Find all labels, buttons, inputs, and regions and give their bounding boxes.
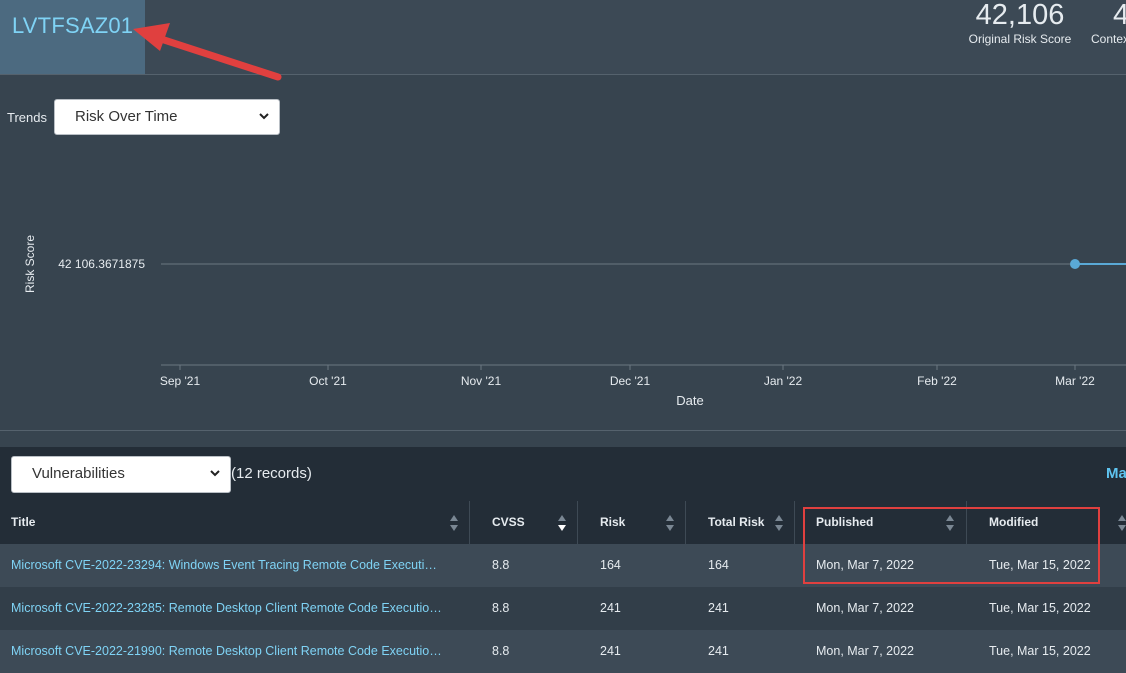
total-risk-cell: 241	[708, 644, 729, 658]
x-tick-label: Feb '22	[917, 374, 957, 388]
vulnerability-title-link[interactable]: Microsoft CVE-2022-21990: Remote Desktop…	[11, 644, 447, 658]
x-tick-label: Sep '21	[160, 374, 201, 388]
cvss-cell: 8.8	[492, 601, 510, 615]
risk-over-time-chart: 42 106.3671875 Risk Score Sep '21 Oct '21 No…	[23, 235, 1126, 408]
risk-cell: 241	[600, 601, 621, 615]
y-tick-label: 42 106.3671875	[58, 257, 145, 271]
column-header-risk[interactable]: Risk	[578, 501, 686, 544]
trends-select[interactable]: Risk Over Time	[54, 99, 280, 135]
column-header-total-risk[interactable]: Total Risk	[686, 501, 795, 544]
x-tick-label: Nov '21	[461, 374, 502, 388]
annotation-highlight-box	[803, 507, 1100, 584]
modified-cell: Tue, Mar 15, 2022	[989, 644, 1091, 658]
risk-cell: 241	[600, 644, 621, 658]
sort-icon[interactable]	[665, 513, 675, 533]
published-cell: Mon, Mar 7, 2022	[816, 601, 914, 615]
vulnerability-title-link[interactable]: Microsoft CVE-2022-23285: Remote Desktop…	[11, 601, 447, 615]
y-axis-label: Risk Score	[23, 235, 37, 293]
cvss-cell: 8.8	[492, 644, 510, 658]
chevron-down-icon	[259, 113, 269, 120]
column-header-label: Total Risk	[708, 515, 765, 529]
column-header-label: CVSS	[492, 515, 525, 529]
annotation-arrow	[133, 23, 282, 81]
risk-cell: 164	[600, 558, 621, 572]
modified-cell: Tue, Mar 15, 2022	[989, 601, 1091, 615]
x-axis-label: Date	[676, 393, 703, 408]
original-risk-score-label: Original Risk Score	[968, 32, 1072, 46]
x-tick-label: Dec '21	[610, 374, 651, 388]
trends-select-value: Risk Over Time	[75, 108, 178, 125]
toolbar-link[interactable]: Ma	[1106, 465, 1126, 482]
sort-icon[interactable]	[1117, 513, 1126, 533]
column-header-label: Title	[11, 515, 36, 529]
records-count: (12 records)	[231, 465, 312, 482]
original-risk-score-value: 42,106	[975, 0, 1065, 31]
section-divider	[0, 430, 1126, 431]
vulnerabilities-select[interactable]: Vulnerabilities	[11, 456, 231, 493]
data-point	[1070, 259, 1080, 269]
sort-desc-icon[interactable]	[557, 513, 567, 533]
trends-label: Trends	[7, 110, 47, 125]
cvss-cell: 8.8	[492, 558, 510, 572]
context-risk-score-metric: 4 Contex	[1080, 0, 1126, 46]
context-risk-score-value: 4	[1113, 0, 1126, 31]
published-cell: Mon, Mar 7, 2022	[816, 644, 914, 658]
vulnerability-title-link[interactable]: Microsoft CVE-2022-23294: Windows Event …	[11, 558, 447, 572]
original-risk-score-metric: 42,106 Original Risk Score	[960, 0, 1080, 46]
x-tick-label: Oct '21	[309, 374, 347, 388]
sort-icon[interactable]	[774, 513, 784, 533]
column-header-label: Risk	[600, 515, 626, 529]
column-header-cvss[interactable]: CVSS	[470, 501, 578, 544]
table-row[interactable]: Microsoft CVE-2022-23285: Remote Desktop…	[0, 587, 1126, 630]
sort-icon[interactable]	[449, 513, 459, 533]
total-risk-cell: 164	[708, 558, 729, 572]
table-row[interactable]: Microsoft CVE-2022-21990: Remote Desktop…	[0, 630, 1126, 673]
column-header-title[interactable]: Title	[0, 501, 470, 544]
chevron-down-icon	[210, 470, 220, 477]
x-tick-label: Mar '22	[1055, 374, 1095, 388]
total-risk-cell: 241	[708, 601, 729, 615]
vulnerabilities-select-value: Vulnerabilities	[32, 465, 125, 482]
context-risk-score-label: Contex	[1091, 32, 1126, 46]
x-tick-label: Jan '22	[764, 374, 803, 388]
